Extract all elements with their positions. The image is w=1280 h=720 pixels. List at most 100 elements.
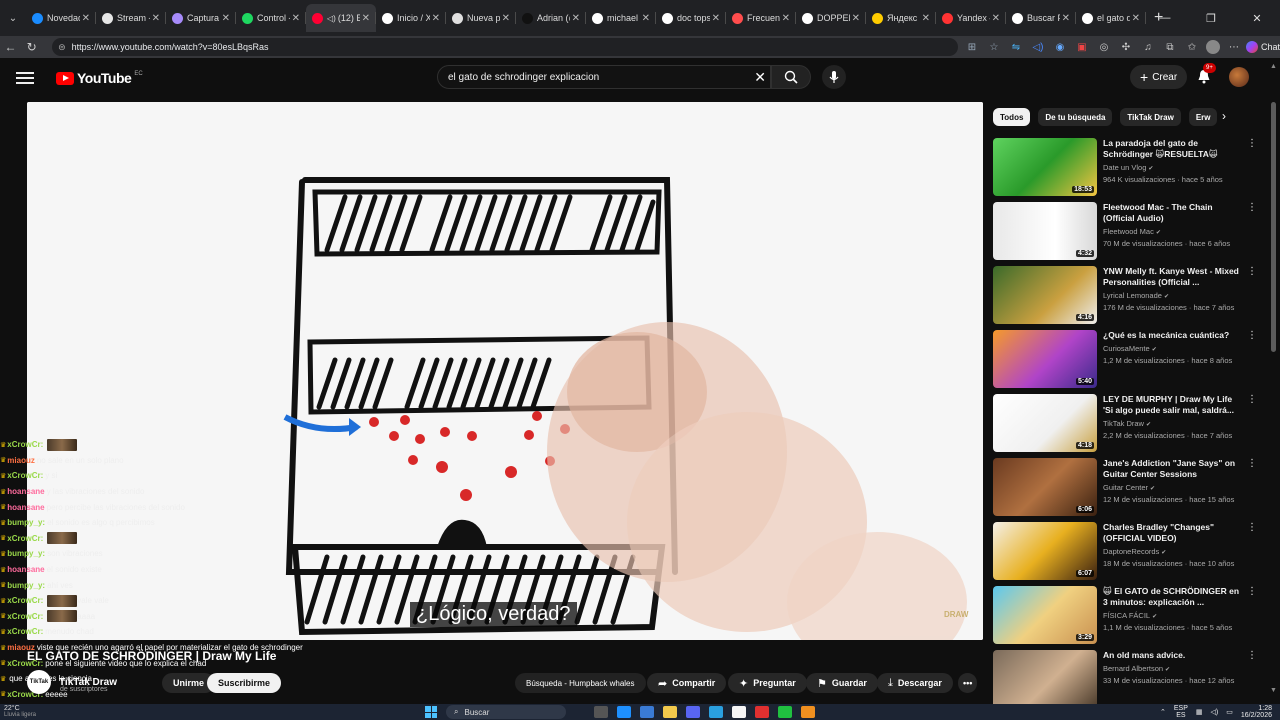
browser-tab[interactable]: Buscar Po✕ — [1006, 4, 1076, 32]
copilot-chat-button[interactable]: Chat — [1245, 41, 1280, 53]
browser-tab[interactable]: Captura d✕ — [166, 4, 236, 32]
edge-icon[interactable] — [617, 706, 631, 718]
notepad-icon[interactable] — [732, 706, 746, 718]
share-button[interactable]: ➦ Compartir — [647, 673, 727, 693]
browser-tab[interactable]: Stream - I✕ — [96, 4, 166, 32]
app-icon[interactable] — [755, 706, 769, 718]
site-info-icon[interactable]: ⊜ — [58, 42, 66, 53]
channel-link[interactable]: Date un Vlog — [1103, 163, 1146, 172]
tab-search-icon[interactable]: ⌄ — [4, 9, 22, 27]
browser-tab[interactable]: el gato d ✕ — [1076, 4, 1146, 32]
voice-search-button[interactable] — [822, 65, 846, 89]
tab-close-icon[interactable]: ✕ — [152, 13, 160, 24]
maximize-icon[interactable]: ❐ — [1188, 0, 1234, 36]
more-vert-icon[interactable]: ⋮ — [1247, 394, 1257, 405]
channel-link[interactable]: Bernard Albertson — [1103, 664, 1163, 673]
more-vert-icon[interactable]: ⋮ — [1247, 330, 1257, 341]
chevron-right-icon[interactable]: › — [1222, 109, 1226, 123]
tab-close-icon[interactable]: ✕ — [922, 13, 930, 24]
audio-icon[interactable]: ◁) — [327, 14, 336, 23]
extensions-puzzle-icon[interactable]: ✣ — [1118, 39, 1134, 55]
video-thumbnail[interactable]: 4:18 — [993, 394, 1097, 452]
more-vert-icon[interactable]: ⋮ — [1247, 266, 1257, 277]
browser-tab[interactable]: Adrian (@✕ — [516, 4, 586, 32]
search-button[interactable] — [771, 65, 811, 89]
recommended-video[interactable]: 18:53 La paradoja del gato de Schrödinger… — [993, 138, 1258, 198]
ask-button[interactable]: ✦ Preguntar — [728, 673, 807, 693]
download-button[interactable]: ⤓ Descargar — [877, 673, 953, 693]
app2-icon[interactable] — [801, 706, 815, 718]
more-vert-icon[interactable]: ⋮ — [1247, 650, 1257, 661]
video-title-link[interactable]: Jane's Addiction "Jane Says" on Guitar C… — [1103, 458, 1243, 480]
recommended-video[interactable]: 6:07 Charles Bradley "Changes" (OFFICIAL … — [993, 522, 1258, 582]
reload-icon[interactable]: ↻ — [21, 40, 42, 54]
minimize-icon[interactable]: — — [1142, 0, 1188, 36]
video-thumbnail[interactable]: 6:07 — [993, 522, 1097, 580]
weather-widget[interactable]: 22°C Lluvia ligera — [4, 705, 36, 719]
filter-chip[interactable]: Erw — [1188, 108, 1218, 126]
channel-link[interactable]: CuriosaMente — [1103, 344, 1150, 353]
browser-tab[interactable]: Novedad ✕ — [26, 4, 96, 32]
tab-close-icon[interactable]: ✕ — [852, 13, 860, 24]
extension-1-icon[interactable]: ⇋ — [1008, 39, 1024, 55]
discord-icon[interactable] — [686, 706, 700, 718]
tab-close-icon[interactable]: ✕ — [502, 13, 510, 24]
recommended-video[interactable]: 4:16 YNW Melly ft. Kanye West - Mixed Per… — [993, 266, 1258, 326]
subscribe-button[interactable]: Suscribirme — [207, 673, 282, 693]
video-thumbnail[interactable]: 6:06 — [993, 458, 1097, 516]
split-screen-icon[interactable]: ⊞ — [964, 39, 980, 55]
video-thumbnail[interactable]: 18:53 — [993, 138, 1097, 196]
volume-icon[interactable]: ◁) — [1211, 708, 1219, 716]
browser-tab[interactable]: DOPPELG✕ — [796, 4, 866, 32]
tab-close-icon[interactable]: ✕ — [642, 13, 650, 24]
recommended-video[interactable]: An old mans advice. Bernard Albertson ✔ 33 … — [993, 650, 1258, 710]
file-explorer-icon[interactable] — [663, 706, 677, 718]
recommended-video[interactable]: 4:18 LEY DE MURPHY | Draw My Life 'Si alg… — [993, 394, 1258, 454]
channel-link[interactable]: Fleetwood Mac — [1103, 227, 1154, 236]
filter-chip[interactable]: De tu búsqueda — [1038, 108, 1113, 126]
video-title-link[interactable]: 🙀 El GATO de SCHRÖDINGER en 3 minutos: e… — [1103, 586, 1243, 608]
tab-close-icon[interactable]: ✕ — [292, 13, 300, 24]
browser-tab[interactable]: Яндекс К✕ — [866, 4, 936, 32]
browser-tab[interactable]: Control - ✕ — [236, 4, 306, 32]
tab-close-icon[interactable]: ✕ — [1062, 13, 1070, 24]
video-title-link[interactable]: YNW Melly ft. Kanye West - Mixed Persona… — [1103, 266, 1243, 288]
channel-avatar[interactable]: TikTak — [27, 670, 51, 694]
video-title-link[interactable]: Fleetwood Mac - The Chain (Official Audi… — [1103, 202, 1243, 224]
more-vert-icon[interactable]: ⋮ — [1247, 522, 1257, 533]
url-field[interactable]: ⊜ https://www.youtube.com/watch?v=80esLB… — [52, 38, 958, 56]
browser-tab[interactable]: ◁) (12) E ✕ — [306, 4, 376, 32]
extension-2-icon[interactable]: ◁) — [1030, 39, 1046, 55]
tab-close-icon[interactable]: ✕ — [222, 13, 230, 24]
video-thumbnail[interactable]: 4:16 — [993, 266, 1097, 324]
video-title-link[interactable]: Charles Bradley "Changes" (OFFICIAL VIDE… — [1103, 522, 1243, 544]
back-icon[interactable]: ← — [0, 40, 21, 54]
recommended-video[interactable]: 3:29 🙀 El GATO de SCHRÖDINGER en 3 minuto… — [993, 586, 1258, 646]
collections-icon[interactable]: ⧉ — [1162, 39, 1178, 55]
recommended-video[interactable]: 6:06 Jane's Addiction "Jane Says" on Guit… — [993, 458, 1258, 518]
media-icon[interactable]: ♫ — [1140, 39, 1156, 55]
save-button[interactable]: ⚑ Guardar — [806, 673, 878, 693]
favorite-star-icon[interactable]: ☆ — [986, 39, 1002, 55]
tab-close-icon[interactable]: ✕ — [782, 13, 790, 24]
more-actions-button[interactable]: ••• — [958, 673, 978, 693]
windows-start-icon[interactable] — [425, 706, 437, 718]
tab-close-icon[interactable]: ✕ — [572, 13, 580, 24]
profile-avatar-icon[interactable] — [1205, 40, 1220, 54]
browser-tab[interactable]: Frecuenc✕ — [726, 4, 796, 32]
tray-chevron-icon[interactable]: ⌃ — [1160, 708, 1166, 716]
tab-close-icon[interactable]: ✕ — [712, 13, 720, 24]
video-title-link[interactable]: LEY DE MURPHY | Draw My Life 'Si algo pu… — [1103, 394, 1243, 416]
browser-tab[interactable]: doc tops ✕ — [656, 4, 726, 32]
video-thumbnail[interactable]: 5:40 — [993, 330, 1097, 388]
extension-5-icon[interactable]: ◎ — [1096, 39, 1112, 55]
channel-link[interactable]: FÍSICA FÁCIL — [1103, 611, 1150, 620]
network-icon[interactable]: ▦ — [1196, 708, 1203, 716]
channel-link[interactable]: TikTak Draw — [1103, 419, 1144, 428]
battery-icon[interactable]: ▭ — [1226, 708, 1233, 716]
menu-icon[interactable] — [16, 72, 34, 84]
more-vert-icon[interactable]: ⋮ — [1247, 586, 1257, 597]
task-view-icon[interactable] — [594, 706, 608, 718]
account-avatar[interactable] — [1229, 67, 1249, 87]
more-vert-icon[interactable]: ⋮ — [1247, 458, 1257, 469]
